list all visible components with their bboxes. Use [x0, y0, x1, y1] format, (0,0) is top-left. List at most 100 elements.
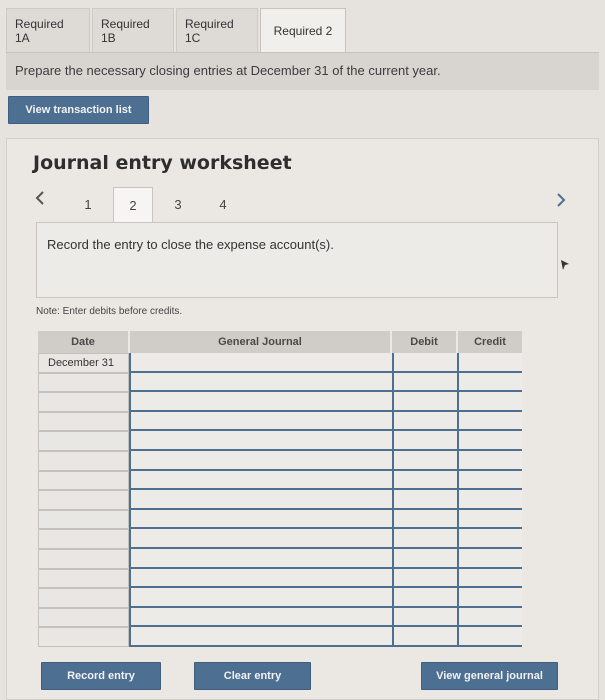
page-3[interactable]: 3	[158, 187, 198, 221]
credit-input[interactable]	[457, 627, 522, 647]
table-row	[38, 568, 522, 589]
date-cell[interactable]	[38, 588, 129, 608]
date-cell[interactable]	[38, 470, 129, 491]
debit-input[interactable]	[392, 431, 457, 451]
debit-input[interactable]	[392, 568, 457, 589]
tab-required-2[interactable]: Required 2	[260, 8, 346, 52]
credit-input[interactable]	[457, 509, 522, 530]
credit-input[interactable]	[457, 588, 522, 608]
debit-input[interactable]	[392, 627, 457, 647]
debit-input[interactable]	[392, 451, 457, 471]
tab-bar: Required 1A Required 1B Required 1C Requ…	[6, 8, 348, 52]
credit-input[interactable]	[457, 353, 522, 373]
account-input[interactable]	[129, 490, 392, 510]
credit-input[interactable]	[457, 607, 522, 628]
account-input[interactable]	[129, 470, 392, 491]
table-row	[38, 431, 522, 451]
account-input[interactable]	[129, 529, 392, 549]
credit-input[interactable]	[457, 490, 522, 510]
debit-input[interactable]	[392, 529, 457, 549]
date-cell[interactable]	[38, 607, 129, 628]
account-input[interactable]	[129, 627, 392, 647]
debit-input[interactable]	[392, 353, 457, 373]
table-row	[38, 490, 522, 510]
table-row	[38, 509, 522, 530]
clear-entry-button[interactable]: Clear entry	[194, 662, 311, 690]
date-cell[interactable]	[38, 490, 129, 510]
note-text: Note: Enter debits before credits.	[36, 306, 183, 317]
debit-input[interactable]	[392, 372, 457, 393]
account-input[interactable]	[129, 588, 392, 608]
date-cell[interactable]	[38, 549, 129, 569]
date-cell[interactable]	[38, 431, 129, 451]
chevron-right-icon[interactable]	[555, 192, 567, 213]
account-input[interactable]	[129, 372, 392, 393]
journal-table: Date General Journal Debit Credit Decemb…	[38, 331, 522, 649]
table-row	[38, 392, 522, 412]
table-row	[38, 411, 522, 432]
record-entry-button[interactable]: Record entry	[41, 662, 161, 690]
date-cell[interactable]	[38, 372, 129, 393]
account-input[interactable]	[129, 607, 392, 628]
credit-input[interactable]	[457, 372, 522, 393]
instruction-box: Record the entry to close the expense ac…	[36, 222, 558, 298]
table-row	[38, 627, 522, 647]
header-date: Date	[38, 331, 128, 353]
account-input[interactable]	[129, 451, 392, 471]
table-row	[38, 451, 522, 471]
account-input[interactable]	[129, 353, 392, 373]
account-input[interactable]	[129, 568, 392, 589]
worksheet-title: Journal entry worksheet	[33, 152, 292, 174]
debit-input[interactable]	[392, 411, 457, 432]
date-cell[interactable]	[38, 451, 129, 471]
table-row	[38, 549, 522, 569]
date-cell[interactable]	[38, 509, 129, 530]
credit-input[interactable]	[457, 392, 522, 412]
credit-input[interactable]	[457, 411, 522, 432]
date-cell[interactable]	[38, 411, 129, 432]
credit-input[interactable]	[457, 451, 522, 471]
debit-input[interactable]	[392, 549, 457, 569]
debit-input[interactable]	[392, 392, 457, 412]
question-prompt: Prepare the necessary closing entries at…	[6, 53, 599, 90]
debit-input[interactable]	[392, 588, 457, 608]
header-credit: Credit	[458, 331, 522, 353]
debit-input[interactable]	[392, 509, 457, 530]
date-cell[interactable]	[38, 529, 129, 549]
header-general-journal: General Journal	[130, 331, 390, 353]
tab-required-1b[interactable]: Required 1B	[92, 8, 174, 52]
date-cell[interactable]	[38, 568, 129, 589]
instruction-text: Record the entry to close the expense ac…	[47, 237, 334, 252]
table-row	[38, 529, 522, 549]
page-1[interactable]: 1	[68, 187, 108, 221]
debit-input[interactable]	[392, 607, 457, 628]
table-row: December 31	[38, 353, 522, 373]
account-input[interactable]	[129, 392, 392, 412]
table-row	[38, 372, 522, 393]
credit-input[interactable]	[457, 549, 522, 569]
table-row	[38, 470, 522, 491]
chevron-left-icon[interactable]	[34, 190, 46, 211]
view-general-journal-button[interactable]: View general journal	[421, 662, 558, 690]
page-4[interactable]: 4	[203, 187, 243, 221]
credit-input[interactable]	[457, 431, 522, 451]
date-cell[interactable]: December 31	[38, 353, 129, 373]
view-transaction-list-button[interactable]: View transaction list	[8, 96, 149, 124]
header-debit: Debit	[392, 331, 456, 353]
account-input[interactable]	[129, 509, 392, 530]
credit-input[interactable]	[457, 470, 522, 491]
account-input[interactable]	[129, 549, 392, 569]
date-cell[interactable]	[38, 392, 129, 412]
debit-input[interactable]	[392, 490, 457, 510]
debit-input[interactable]	[392, 470, 457, 491]
mouse-cursor-icon	[560, 258, 570, 270]
account-input[interactable]	[129, 431, 392, 451]
date-cell[interactable]	[38, 627, 129, 647]
tab-required-1a[interactable]: Required 1A	[6, 8, 90, 52]
credit-input[interactable]	[457, 568, 522, 589]
table-row	[38, 607, 522, 628]
page-2[interactable]: 2	[113, 187, 153, 223]
tab-required-1c[interactable]: Required 1C	[176, 8, 258, 52]
account-input[interactable]	[129, 411, 392, 432]
credit-input[interactable]	[457, 529, 522, 549]
